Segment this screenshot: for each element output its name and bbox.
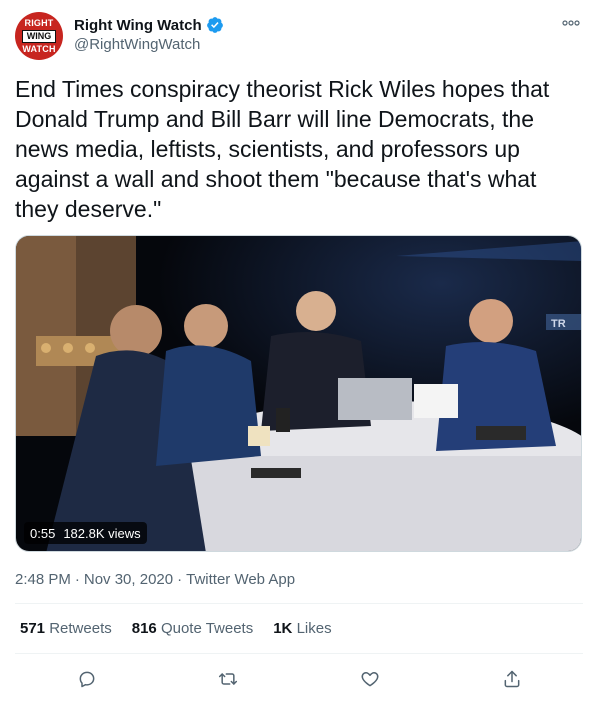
tweet-timestamp-row: 2:48 PM · Nov 30, 2020 · Twitter Web App [15, 571, 295, 588]
reply-icon[interactable] [72, 664, 102, 694]
author-handle[interactable]: @RightWingWatch [74, 36, 200, 53]
divider [15, 603, 583, 604]
action-bar [15, 664, 583, 694]
video-player[interactable]: TR [15, 235, 582, 552]
avatar-text-bottom: WATCH [22, 43, 56, 54]
video-overlay: 0:55 182.8K views [24, 522, 147, 544]
likes-stat[interactable]: 1K Likes [273, 620, 331, 637]
engagement-stats: 571 Retweets 816 Quote Tweets 1K Likes [20, 620, 332, 637]
video-duration: 0:55 [30, 525, 56, 541]
likes-label: Likes [296, 620, 332, 637]
avatar-text-middle: WING [21, 29, 57, 43]
verified-badge-icon [206, 17, 223, 33]
quote-tweets-stat[interactable]: 816 Quote Tweets [132, 620, 253, 637]
quotes-label: Quote Tweets [160, 620, 254, 637]
retweets-count: 571 [20, 620, 46, 637]
video-views: 182.8K views [63, 525, 141, 541]
tweet-time[interactable]: 2:48 PM [15, 571, 71, 588]
heart-icon[interactable] [355, 664, 385, 694]
divider [15, 653, 583, 654]
retweets-label: Retweets [49, 620, 112, 637]
separator-dot: · [74, 571, 80, 588]
likes-count: 1K [273, 620, 293, 637]
tweet-source[interactable]: Twitter Web App [186, 571, 295, 588]
separator-dot: · [177, 571, 183, 588]
quotes-count: 816 [131, 620, 157, 637]
display-name[interactable]: Right Wing Watch [74, 17, 202, 34]
more-icon[interactable] [560, 14, 582, 32]
tweet-text: End Times conspiracy theorist Rick Wiles… [15, 76, 550, 222]
author-name-row[interactable]: Right Wing Watch [74, 16, 224, 34]
retweet-icon[interactable] [213, 664, 243, 694]
share-icon[interactable] [497, 664, 527, 694]
avatar[interactable]: RIGHT WING WATCH [15, 12, 63, 60]
retweets-stat[interactable]: 571 Retweets [20, 620, 112, 637]
video-corner-text: TR [551, 318, 566, 330]
video-frame: TR [16, 236, 581, 551]
tweet-date[interactable]: Nov 30, 2020 [84, 571, 173, 588]
avatar-text-top: RIGHT [24, 17, 54, 28]
